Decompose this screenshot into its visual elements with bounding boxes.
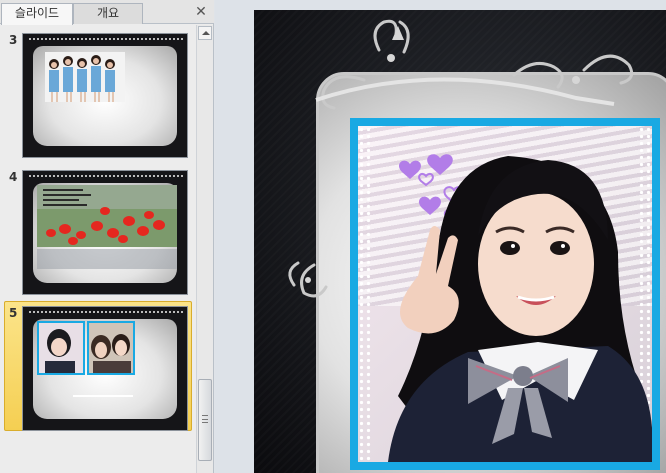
slide-thumbnail-3[interactable] <box>22 33 188 158</box>
slides-panel: 슬라이드 개요 ✕ 3 4 5 <box>0 0 214 473</box>
grip-icon <box>202 415 208 423</box>
slide-thumbnail-4[interactable] <box>22 170 188 295</box>
slide-editor <box>215 0 666 473</box>
photo-frame[interactable] <box>350 118 660 470</box>
current-slide-canvas[interactable] <box>254 10 666 473</box>
tab-slides[interactable]: 슬라이드 <box>1 3 73 25</box>
tab-outline[interactable]: 개요 <box>73 3 143 24</box>
slide-number-4: 4 <box>9 170 18 184</box>
close-icon[interactable]: ✕ <box>194 5 208 19</box>
slide-number-5: 5 <box>9 306 18 320</box>
two-photos-image <box>37 321 135 397</box>
scroll-thumb[interactable] <box>198 379 212 461</box>
slide-thumbnail-list: 3 4 5 <box>0 25 196 473</box>
girl-peace-sign-photo <box>388 154 652 462</box>
slide-number-3: 3 <box>9 33 18 47</box>
group-photo-image <box>45 52 125 102</box>
panel-tab-bar: 슬라이드 개요 ✕ <box>0 0 214 25</box>
tulip-field-image <box>37 185 177 269</box>
thumbnail-scrollbar[interactable] <box>196 25 213 473</box>
selfie-photo <box>358 126 652 462</box>
scroll-up-icon[interactable] <box>198 26 212 40</box>
slide-thumbnail-5[interactable] <box>22 306 188 431</box>
